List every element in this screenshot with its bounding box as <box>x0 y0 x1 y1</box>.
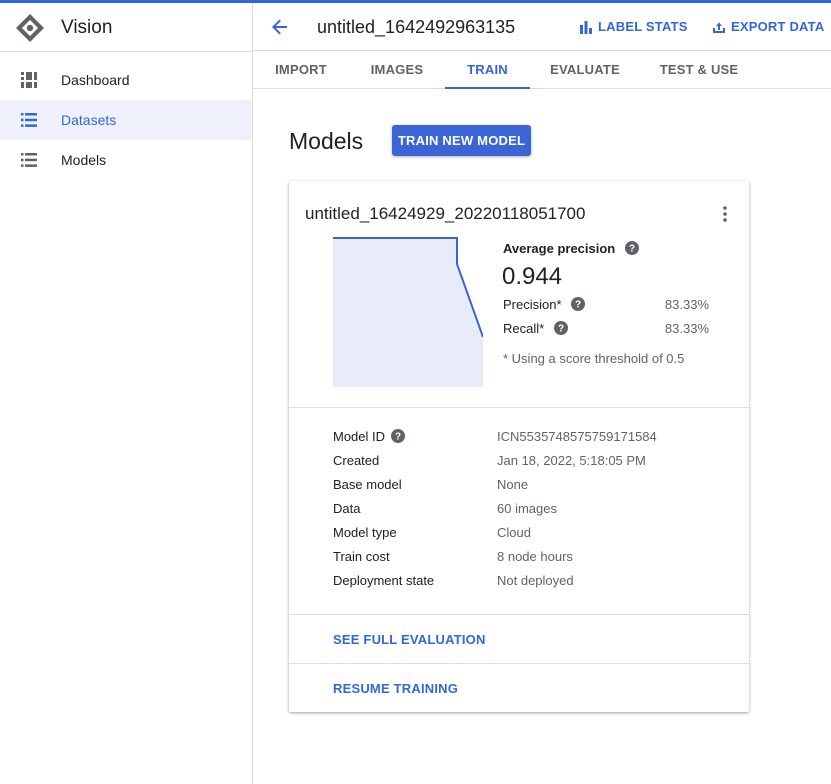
help-icon[interactable]: ? <box>624 241 639 255</box>
train-new-model-button[interactable]: TRAIN NEW MODEL <box>392 125 531 156</box>
detail-value: Jan 18, 2022, 5:18:05 PM <box>497 453 646 468</box>
precision-row: Precision* ? 83.33% <box>503 297 709 312</box>
recall-label: Recall* <box>503 321 545 336</box>
precision-value: 83.33% <box>664 297 709 312</box>
resume-training-link[interactable]: RESUME TRAINING <box>333 681 458 696</box>
sidebar-item-models[interactable]: Models <box>0 140 252 180</box>
sidebar-item-datasets[interactable]: Datasets <box>0 100 252 140</box>
tab-images[interactable]: IMAGES <box>359 51 435 89</box>
export-data-button[interactable]: EXPORT DATA <box>712 19 824 34</box>
precision-recall-curve <box>333 237 483 387</box>
average-precision-text: Average precision <box>503 241 616 256</box>
precision-label: Precision* <box>503 297 562 312</box>
help-icon[interactable]: ? <box>553 321 568 335</box>
tab-bar: IMPORT IMAGES TRAIN EVALUATE TEST & USE <box>253 51 831 89</box>
sidebar-item-dashboard[interactable]: Dashboard <box>0 60 252 100</box>
help-icon[interactable]: ? <box>571 297 586 311</box>
detail-key-text: Model ID <box>333 429 386 444</box>
detail-key: Deployment state <box>333 573 435 588</box>
dataset-title: untitled_1642492963135 <box>317 17 516 37</box>
detail-value: Not deployed <box>497 573 574 588</box>
sidebar-item-label: Dashboard <box>61 72 130 88</box>
model-name: untitled_16424929_20220118051700 <box>305 204 586 223</box>
pr-curve-area <box>333 237 483 387</box>
tab-import[interactable]: IMPORT <box>263 51 339 89</box>
bar-chart-icon <box>580 20 592 34</box>
detail-value: Cloud <box>497 525 531 540</box>
recall-value: 83.33% <box>664 321 709 336</box>
detail-value: ICN5535748575759171584 <box>497 429 657 444</box>
divider <box>289 614 749 615</box>
detail-value: 60 images <box>497 501 557 516</box>
divider <box>289 663 749 664</box>
divider <box>289 407 749 408</box>
recall-row: Recall* ? 83.33% <box>503 321 709 336</box>
detail-key: Created <box>333 453 380 468</box>
see-full-evaluation-link[interactable]: SEE FULL EVALUATION <box>333 632 486 647</box>
page-header: untitled_1642492963135 LABEL STATS EXPOR… <box>253 3 831 51</box>
sidebar-item-label: Datasets <box>61 112 117 128</box>
detail-key: Train cost <box>333 549 390 564</box>
tab-test-and-use[interactable]: TEST & USE <box>655 51 743 89</box>
detail-value: 8 node hours <box>497 549 573 564</box>
vision-logo-icon <box>16 14 44 42</box>
svg-text:?: ? <box>629 244 635 255</box>
detail-key: Model ID? <box>333 429 406 444</box>
dashboard-icon <box>21 72 37 88</box>
svg-text:?: ? <box>558 324 564 335</box>
detail-value: None <box>497 477 529 492</box>
detail-key: Model type <box>333 525 397 540</box>
sidebar: Vision Dashboard Datasets Models <box>0 3 253 784</box>
label-stats-button[interactable]: LABEL STATS <box>579 19 688 34</box>
page-title: Models <box>289 128 364 154</box>
upload-icon <box>713 22 725 33</box>
app-name: Vision <box>61 17 113 38</box>
svg-text:?: ? <box>575 300 581 311</box>
list-icon <box>21 113 37 127</box>
svg-text:?: ? <box>395 432 401 443</box>
average-precision-value: 0.944 <box>502 263 563 290</box>
average-precision-label: Average precision ? <box>503 241 639 256</box>
detail-key: Data <box>333 501 361 516</box>
back-arrow-icon[interactable] <box>270 17 290 37</box>
model-card: untitled_16424929_20220118051700 Average… <box>289 181 749 712</box>
help-icon[interactable]: ? <box>391 429 406 443</box>
detail-key: Base model <box>333 477 402 492</box>
brand-header: Vision <box>0 3 252 52</box>
export-data-label: EXPORT DATA <box>731 19 825 34</box>
tab-evaluate[interactable]: EVALUATE <box>545 51 625 89</box>
tab-train[interactable]: TRAIN <box>445 51 530 89</box>
threshold-note: * Using a score threshold of 0.5 <box>503 351 685 366</box>
more-vert-icon[interactable] <box>719 205 731 223</box>
sidebar-item-label: Models <box>61 152 107 168</box>
label-stats-label: LABEL STATS <box>598 19 688 34</box>
list-icon <box>21 153 37 167</box>
